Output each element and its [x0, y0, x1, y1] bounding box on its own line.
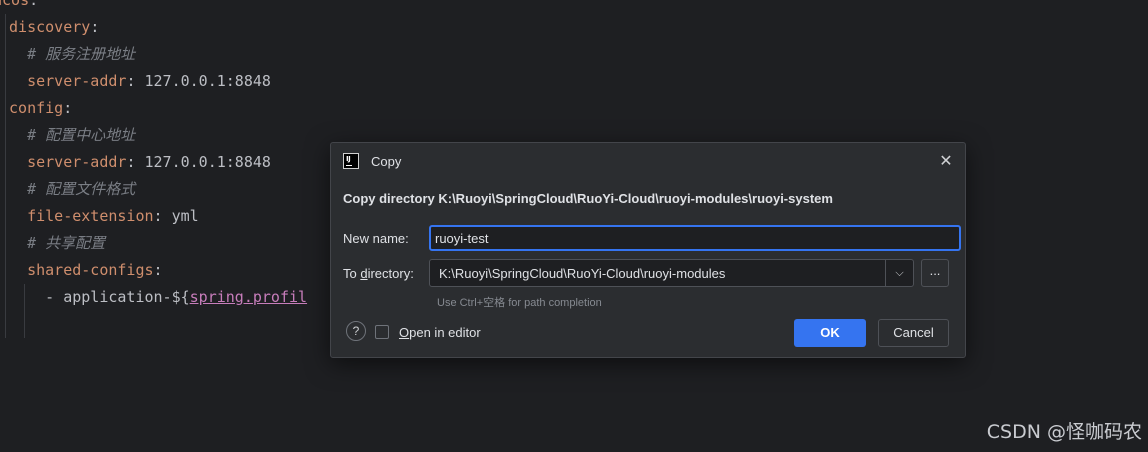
ok-button[interactable]: OK — [794, 319, 866, 347]
code-comment: # 服务注册地址 — [27, 45, 136, 63]
yaml-key: config — [9, 99, 64, 117]
code-line: server-addr: 127.0.0.1:8848 — [27, 72, 271, 90]
yaml-value: 127.0.0.1:8848 — [135, 153, 271, 171]
to-directory-combobox[interactable]: K:\Ruoyi\SpringCloud\RuoYi-Cloud\ruoyi-m… — [429, 259, 914, 287]
code-line: file-extension: yml — [27, 207, 199, 225]
code-line: server-addr: 127.0.0.1:8848 — [27, 153, 271, 171]
code-line: acos: — [0, 0, 38, 14]
yaml-key: acos — [0, 0, 30, 9]
code-comment: # 共享配置 — [27, 234, 106, 252]
new-name-label: New name: — [343, 231, 409, 246]
code-comment: # 配置中心地址 — [27, 126, 136, 144]
yaml-key: server-addr — [27, 153, 127, 171]
copy-dialog: IJ Copy ✕ Copy directory K:\Ruoyi\Spring… — [330, 142, 966, 358]
code-line: - application-${spring.profil — [45, 288, 308, 306]
yaml-key: shared-configs — [27, 261, 154, 279]
code-line: shared-configs: — [27, 261, 163, 279]
yaml-key: server-addr — [27, 72, 127, 90]
browse-button[interactable]: ... — [921, 259, 949, 287]
cancel-button[interactable]: Cancel — [878, 319, 949, 347]
open-in-editor-checkbox[interactable] — [375, 325, 389, 339]
code-line: discovery: — [9, 18, 100, 36]
close-icon[interactable]: ✕ — [935, 151, 957, 173]
code-line: config: — [9, 99, 73, 117]
intellij-idea-icon: IJ — [343, 153, 359, 169]
to-directory-value: K:\Ruoyi\SpringCloud\RuoYi-Cloud\ruoyi-m… — [439, 266, 726, 281]
open-in-editor-label[interactable]: Open in editor — [399, 325, 481, 340]
csdn-watermark: CSDN @怪咖码农 — [986, 421, 1142, 443]
dialog-title: Copy — [371, 154, 402, 169]
chevron-down-icon[interactable]: ⌵ — [885, 260, 913, 286]
to-directory-label: To directory: — [343, 266, 414, 281]
yaml-value: yml — [162, 207, 199, 225]
yaml-key: discovery — [9, 18, 91, 36]
copy-directory-headline: Copy directory K:\Ruoyi\SpringCloud\RuoY… — [343, 191, 833, 206]
path-completion-hint: Use Ctrl+空格 for path completion — [437, 297, 602, 309]
yaml-key: file-extension — [27, 207, 154, 225]
yaml-value: 127.0.0.1:8848 — [135, 72, 271, 90]
help-icon[interactable]: ? — [346, 321, 366, 341]
new-name-input[interactable] — [429, 225, 961, 251]
property-reference[interactable]: spring.profil — [190, 288, 307, 306]
code-comment: # 配置文件格式 — [27, 180, 136, 198]
